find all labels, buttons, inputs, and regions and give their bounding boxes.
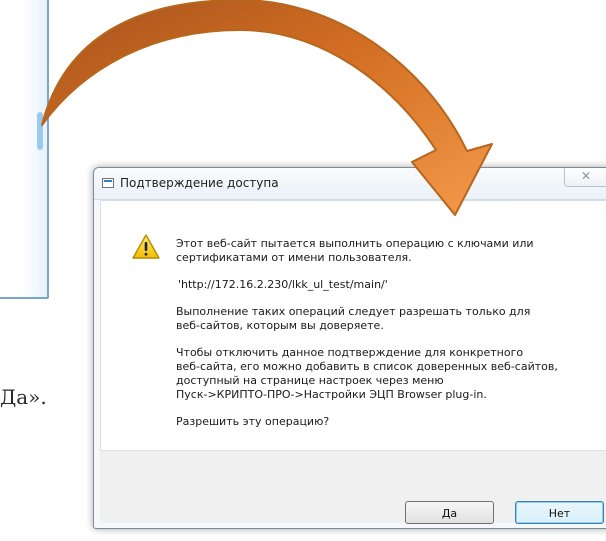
screenshot-page: Да». Подтверждение доступа ✕ Этот веб-са…	[0, 0, 606, 541]
dialog-message: Этот веб-сайт пытается выполнить операци…	[176, 237, 601, 442]
question-text: Разрешить эту операцию?	[176, 415, 330, 428]
warning-line: Выполнение таких операций следует разреш…	[176, 305, 531, 318]
message-line: сертификатами от имени пользователя.	[176, 251, 412, 264]
no-button[interactable]: Нет	[515, 501, 604, 524]
close-button[interactable]: ✕	[564, 168, 606, 187]
warning-icon	[132, 234, 160, 259]
instruction-line: доступный на странице настроек через мен…	[176, 374, 444, 387]
dialog-content: Этот веб-сайт пытается выполнить операци…	[100, 200, 606, 451]
instruction-line: Пуск->КРИПТО-ПРО->Настройки ЭЦП Browser …	[176, 388, 487, 401]
warning-line: веб-сайтов, которым вы доверяете.	[176, 319, 384, 332]
site-url: 'http://172.16.2.230/lkk_ul_test/main/'	[178, 278, 388, 291]
message-paragraph: Этот веб-сайт пытается выполнить операци…	[176, 237, 601, 265]
yes-button[interactable]: Да	[405, 501, 494, 524]
window-icon	[102, 178, 114, 188]
warning-paragraph: Выполнение таких операций следует разреш…	[176, 305, 601, 333]
background-text: Да».	[0, 385, 47, 409]
dialog-titlebar: Подтверждение доступа ✕	[94, 168, 606, 200]
instruction-line: веб-сайта, его можно добавить в список д…	[176, 360, 558, 373]
close-icon: ✕	[581, 169, 592, 183]
access-confirmation-dialog: Подтверждение доступа ✕ Этот веб-сайт пы…	[93, 167, 606, 529]
instruction-paragraph: Чтобы отключить данное подтверждение для…	[176, 346, 601, 402]
background-window-fragment	[0, 0, 49, 299]
message-line: Этот веб-сайт пытается выполнить операци…	[176, 237, 534, 250]
dialog-title: Подтверждение доступа	[120, 176, 279, 190]
instruction-line: Чтобы отключить данное подтверждение для…	[176, 346, 524, 359]
